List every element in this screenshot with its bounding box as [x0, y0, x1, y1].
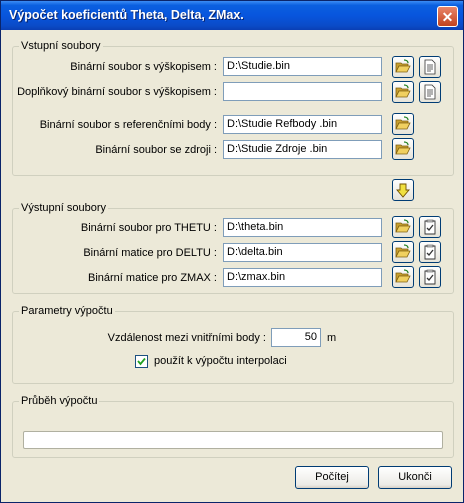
folder-open-icon [395, 59, 411, 73]
parameters-legend: Parametry výpočtu [19, 305, 115, 317]
input-extra-heightmap-field[interactable] [223, 82, 382, 101]
distance-label: Vzdálenost mezi vnitřními body : [107, 332, 266, 344]
parameters-group: Parametry výpočtu [12, 305, 454, 384]
input-heightmap-view-button[interactable] [419, 56, 441, 78]
title-bar[interactable]: Výpočet koeficientů Theta, Delta, ZMax. … [1, 1, 463, 30]
progress-group: Průběh výpočtu [12, 395, 454, 458]
output-zmax-browse-button[interactable] [392, 266, 414, 288]
output-delta-browse-button[interactable] [392, 241, 414, 263]
checklist-icon [424, 244, 436, 260]
input-refpoints-label: Binární soubor s referenčními body : [39, 119, 217, 131]
input-extra-heightmap-browse-button[interactable] [392, 81, 414, 103]
input-heightmap-label: Binární soubor s výškopisem : [70, 61, 217, 73]
distance-input[interactable]: 50 [271, 328, 321, 347]
output-theta-check-button[interactable] [419, 216, 441, 238]
input-refpoints-browse-button[interactable] [392, 113, 414, 135]
input-sources-label: Binární soubor se zdroji : [95, 144, 217, 156]
folder-open-icon [395, 244, 411, 258]
input-heightmap-field[interactable]: D:\Studie.bin [223, 57, 382, 76]
output-theta-field[interactable]: D:\theta.bin [223, 218, 382, 237]
checklist-icon [424, 219, 436, 235]
input-extra-heightmap-view-button[interactable] [419, 81, 441, 103]
check-icon [137, 357, 146, 366]
output-zmax-field[interactable]: D:\zmax.bin [223, 268, 382, 287]
window-title: Výpočet koeficientů Theta, Delta, ZMax. [9, 8, 244, 22]
folder-open-icon [395, 219, 411, 233]
output-theta-browse-button[interactable] [392, 216, 414, 238]
window-close-button[interactable]: ✕ [437, 6, 458, 27]
output-zmax-label: Binární matice pro ZMAX : [88, 272, 217, 284]
folder-open-icon [395, 269, 411, 283]
dialog-window: Výpočet koeficientů Theta, Delta, ZMax. … [0, 0, 464, 503]
input-sources-browse-button[interactable] [392, 138, 414, 160]
progress-bar [23, 431, 443, 449]
output-theta-label: Binární soubor pro THETU : [80, 222, 217, 234]
close-button[interactable]: Ukonči [378, 466, 452, 489]
copy-paths-down-button[interactable] [392, 179, 414, 201]
checklist-icon [424, 269, 436, 285]
arrow-down-icon [396, 183, 410, 198]
output-delta-label: Binární matice pro DELTU : [83, 247, 217, 259]
output-files-legend: Výstupní soubory [19, 202, 108, 214]
compute-button[interactable]: Počítej [295, 466, 369, 489]
distance-unit: m [327, 332, 337, 344]
document-icon [424, 59, 436, 75]
output-zmax-check-button[interactable] [419, 266, 441, 288]
folder-open-icon [395, 84, 411, 98]
input-extra-heightmap-label: Doplňkový binární soubor s výškopisem : [17, 86, 217, 98]
interpolation-label[interactable]: použít k výpočtu interpolaci [154, 355, 287, 367]
folder-open-icon [395, 141, 411, 155]
interpolation-checkbox[interactable] [135, 355, 148, 368]
input-heightmap-browse-button[interactable] [392, 56, 414, 78]
document-icon [424, 84, 436, 100]
input-refpoints-field[interactable]: D:\Studie Refbody .bin [223, 115, 382, 134]
input-sources-field[interactable]: D:\Studie Zdroje .bin [223, 140, 382, 159]
progress-legend: Průběh výpočtu [19, 395, 100, 407]
input-files-legend: Vstupní soubory [19, 40, 103, 52]
folder-open-icon [395, 116, 411, 130]
output-delta-field[interactable]: D:\delta.bin [223, 243, 382, 262]
output-delta-check-button[interactable] [419, 241, 441, 263]
